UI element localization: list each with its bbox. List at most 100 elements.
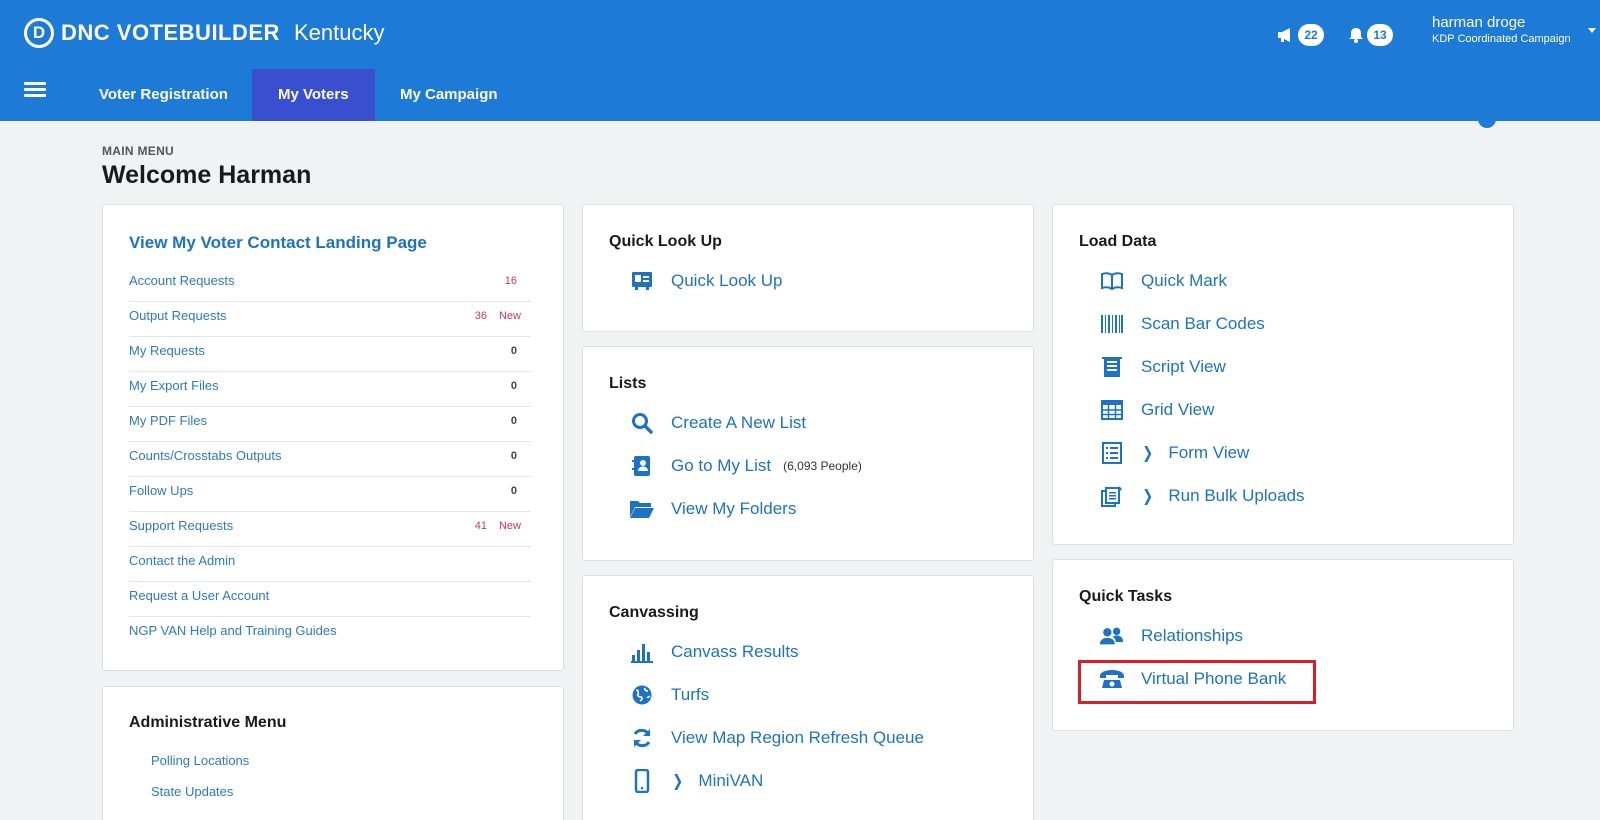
quick-tasks-card: Quick Tasks Relationships Virtual Phone … <box>1052 559 1514 731</box>
request-label: Counts/Crosstabs Outputs <box>129 448 282 463</box>
request-count: 0 <box>510 380 517 392</box>
load-data-card: Load Data Quick Mark Scan Bar Codes Scri… <box>1052 204 1514 545</box>
create-new-list-label: Create A New List <box>671 413 807 432</box>
admin-item-polling-locations[interactable]: Polling Locations <box>151 753 249 768</box>
announcements-button[interactable]: 22 <box>1277 24 1324 46</box>
request-row-pdf-files[interactable]: My PDF Files 0 <box>129 407 531 442</box>
relationships-link[interactable]: Relationships <box>1099 624 1243 648</box>
request-row-my-requests[interactable]: My Requests 0 <box>129 337 531 372</box>
users-icon <box>1099 624 1125 648</box>
turfs-link[interactable]: Turfs <box>629 683 709 707</box>
request-label: Request a User Account <box>129 588 270 603</box>
request-row-account[interactable]: Account Requests 16 <box>129 267 531 302</box>
chevron-right-icon: ❯ <box>1142 445 1154 462</box>
minivan-link[interactable]: ❯ MiniVAN <box>629 769 763 793</box>
script-view-link[interactable]: Script View <box>1099 355 1226 379</box>
book-icon <box>1099 269 1125 293</box>
request-row-request-account[interactable]: Request a User Account <box>129 582 531 617</box>
quick-lookup-label: Quick Look Up <box>671 271 783 290</box>
tab-voter-registration[interactable]: Voter Registration <box>73 69 254 121</box>
quick-lookup-card: Quick Look Up Quick Look Up <box>582 204 1034 332</box>
scan-bar-codes-label: Scan Bar Codes <box>1141 314 1265 333</box>
announcements-count-badge: 22 <box>1298 24 1324 46</box>
mobile-phone-icon <box>629 769 655 793</box>
state-name: Kentucky <box>293 20 385 45</box>
lists-title: Lists <box>609 375 647 392</box>
form-view-link[interactable]: ❯ Form View <box>1099 441 1249 465</box>
hamburger-menu-icon[interactable] <box>24 82 46 98</box>
quick-lookup-link[interactable]: Quick Look Up <box>629 269 783 293</box>
request-count: 36 <box>474 310 487 322</box>
lists-card: Lists Create A New List Go to My List (6… <box>582 346 1034 561</box>
request-row-follow-ups[interactable]: Follow Ups 0 <box>129 477 531 512</box>
go-to-my-list-link[interactable]: Go to My List (6,093 People) <box>629 454 862 478</box>
request-row-support[interactable]: Support Requests 41 New <box>129 512 531 547</box>
turfs-label: Turfs <box>671 685 710 704</box>
voter-contact-card: View My Voter Contact Landing Page Accou… <box>102 204 564 671</box>
admin-item-state-updates[interactable]: State Updates <box>151 784 233 799</box>
script-icon <box>1099 355 1125 379</box>
dnc-logo-icon: D <box>24 18 54 48</box>
quick-mark-link[interactable]: Quick Mark <box>1099 269 1227 293</box>
grid-view-label: Grid View <box>1141 400 1215 419</box>
canvass-results-label: Canvass Results <box>671 642 799 661</box>
grid-icon <box>1099 398 1125 422</box>
tab-my-campaign[interactable]: My Campaign <box>374 69 524 121</box>
bell-icon <box>1349 28 1363 43</box>
new-badge: New <box>498 520 521 532</box>
alerts-button[interactable]: 13 <box>1348 24 1393 46</box>
user-caret-icon[interactable] <box>1588 28 1596 33</box>
folder-open-icon <box>629 497 655 521</box>
alerts-count-badge: 13 <box>1367 24 1393 46</box>
admin-menu-card: Administrative Menu Polling Locations St… <box>102 686 564 820</box>
scan-bar-codes-link[interactable]: Scan Bar Codes <box>1099 312 1265 336</box>
user-org: KDP Coordinated Campaign <box>1432 33 1571 45</box>
request-label: My Export Files <box>129 378 219 393</box>
canvass-results-link[interactable]: Canvass Results <box>629 640 799 664</box>
id-card-icon <box>629 269 655 293</box>
globe-icon <box>629 683 655 707</box>
map-region-refresh-label: View Map Region Refresh Queue <box>671 728 924 747</box>
quick-mark-label: Quick Mark <box>1141 271 1227 290</box>
page-title: Welcome Harman <box>102 161 312 189</box>
go-to-my-list-label: Go to My List <box>671 456 772 475</box>
new-badge: New <box>498 310 521 322</box>
search-icon <box>629 411 655 435</box>
quick-lookup-title: Quick Look Up <box>609 233 722 250</box>
scroll-indicator <box>1478 112 1496 128</box>
user-menu[interactable]: harman droge KDP Coordinated Campaign <box>1432 14 1571 45</box>
request-row-help-guides[interactable]: NGP VAN Help and Training Guides <box>129 617 531 652</box>
request-count: 0 <box>510 345 517 357</box>
grid-view-link[interactable]: Grid View <box>1099 398 1214 422</box>
create-new-list-link[interactable]: Create A New List <box>629 411 806 435</box>
barcode-icon <box>1099 312 1125 336</box>
brand-name: DNC VOTEBUILDER <box>61 20 280 45</box>
request-label: Follow Ups <box>129 483 194 498</box>
canvassing-title: Canvassing <box>609 604 699 621</box>
chevron-right-icon: ❯ <box>672 773 684 790</box>
map-region-refresh-link[interactable]: View Map Region Refresh Queue <box>629 726 924 750</box>
request-row-crosstabs[interactable]: Counts/Crosstabs Outputs 0 <box>129 442 531 477</box>
chevron-right-icon: ❯ <box>1142 488 1154 505</box>
list-people-count: (6,093 People) <box>783 459 862 473</box>
run-bulk-uploads-link[interactable]: ❯ Run Bulk Uploads <box>1099 484 1304 508</box>
highlight-box <box>1078 660 1316 704</box>
request-row-output[interactable]: Output Requests 36 New <box>129 302 531 337</box>
script-view-label: Script View <box>1141 357 1226 376</box>
request-count: 16 <box>504 275 517 287</box>
request-row-contact-admin[interactable]: Contact the Admin <box>129 547 531 582</box>
brand-logo[interactable]: D DNC VOTEBUILDER Kentucky <box>24 18 384 48</box>
request-count: 41 <box>474 520 487 532</box>
request-label: Account Requests <box>129 273 235 288</box>
view-my-folders-link[interactable]: View My Folders <box>629 497 796 521</box>
megaphone-icon <box>1278 28 1290 42</box>
request-label: Contact the Admin <box>129 553 236 568</box>
request-label: Support Requests <box>129 518 234 533</box>
voter-contact-landing-link[interactable]: View My Voter Contact Landing Page <box>129 233 427 253</box>
request-row-export-files[interactable]: My Export Files 0 <box>129 372 531 407</box>
run-bulk-uploads-label: Run Bulk Uploads <box>1168 486 1305 505</box>
contact-book-icon <box>629 454 655 478</box>
quick-tasks-title: Quick Tasks <box>1079 588 1173 605</box>
tab-my-voters[interactable]: My Voters <box>252 69 375 121</box>
relationships-label: Relationships <box>1141 626 1244 645</box>
